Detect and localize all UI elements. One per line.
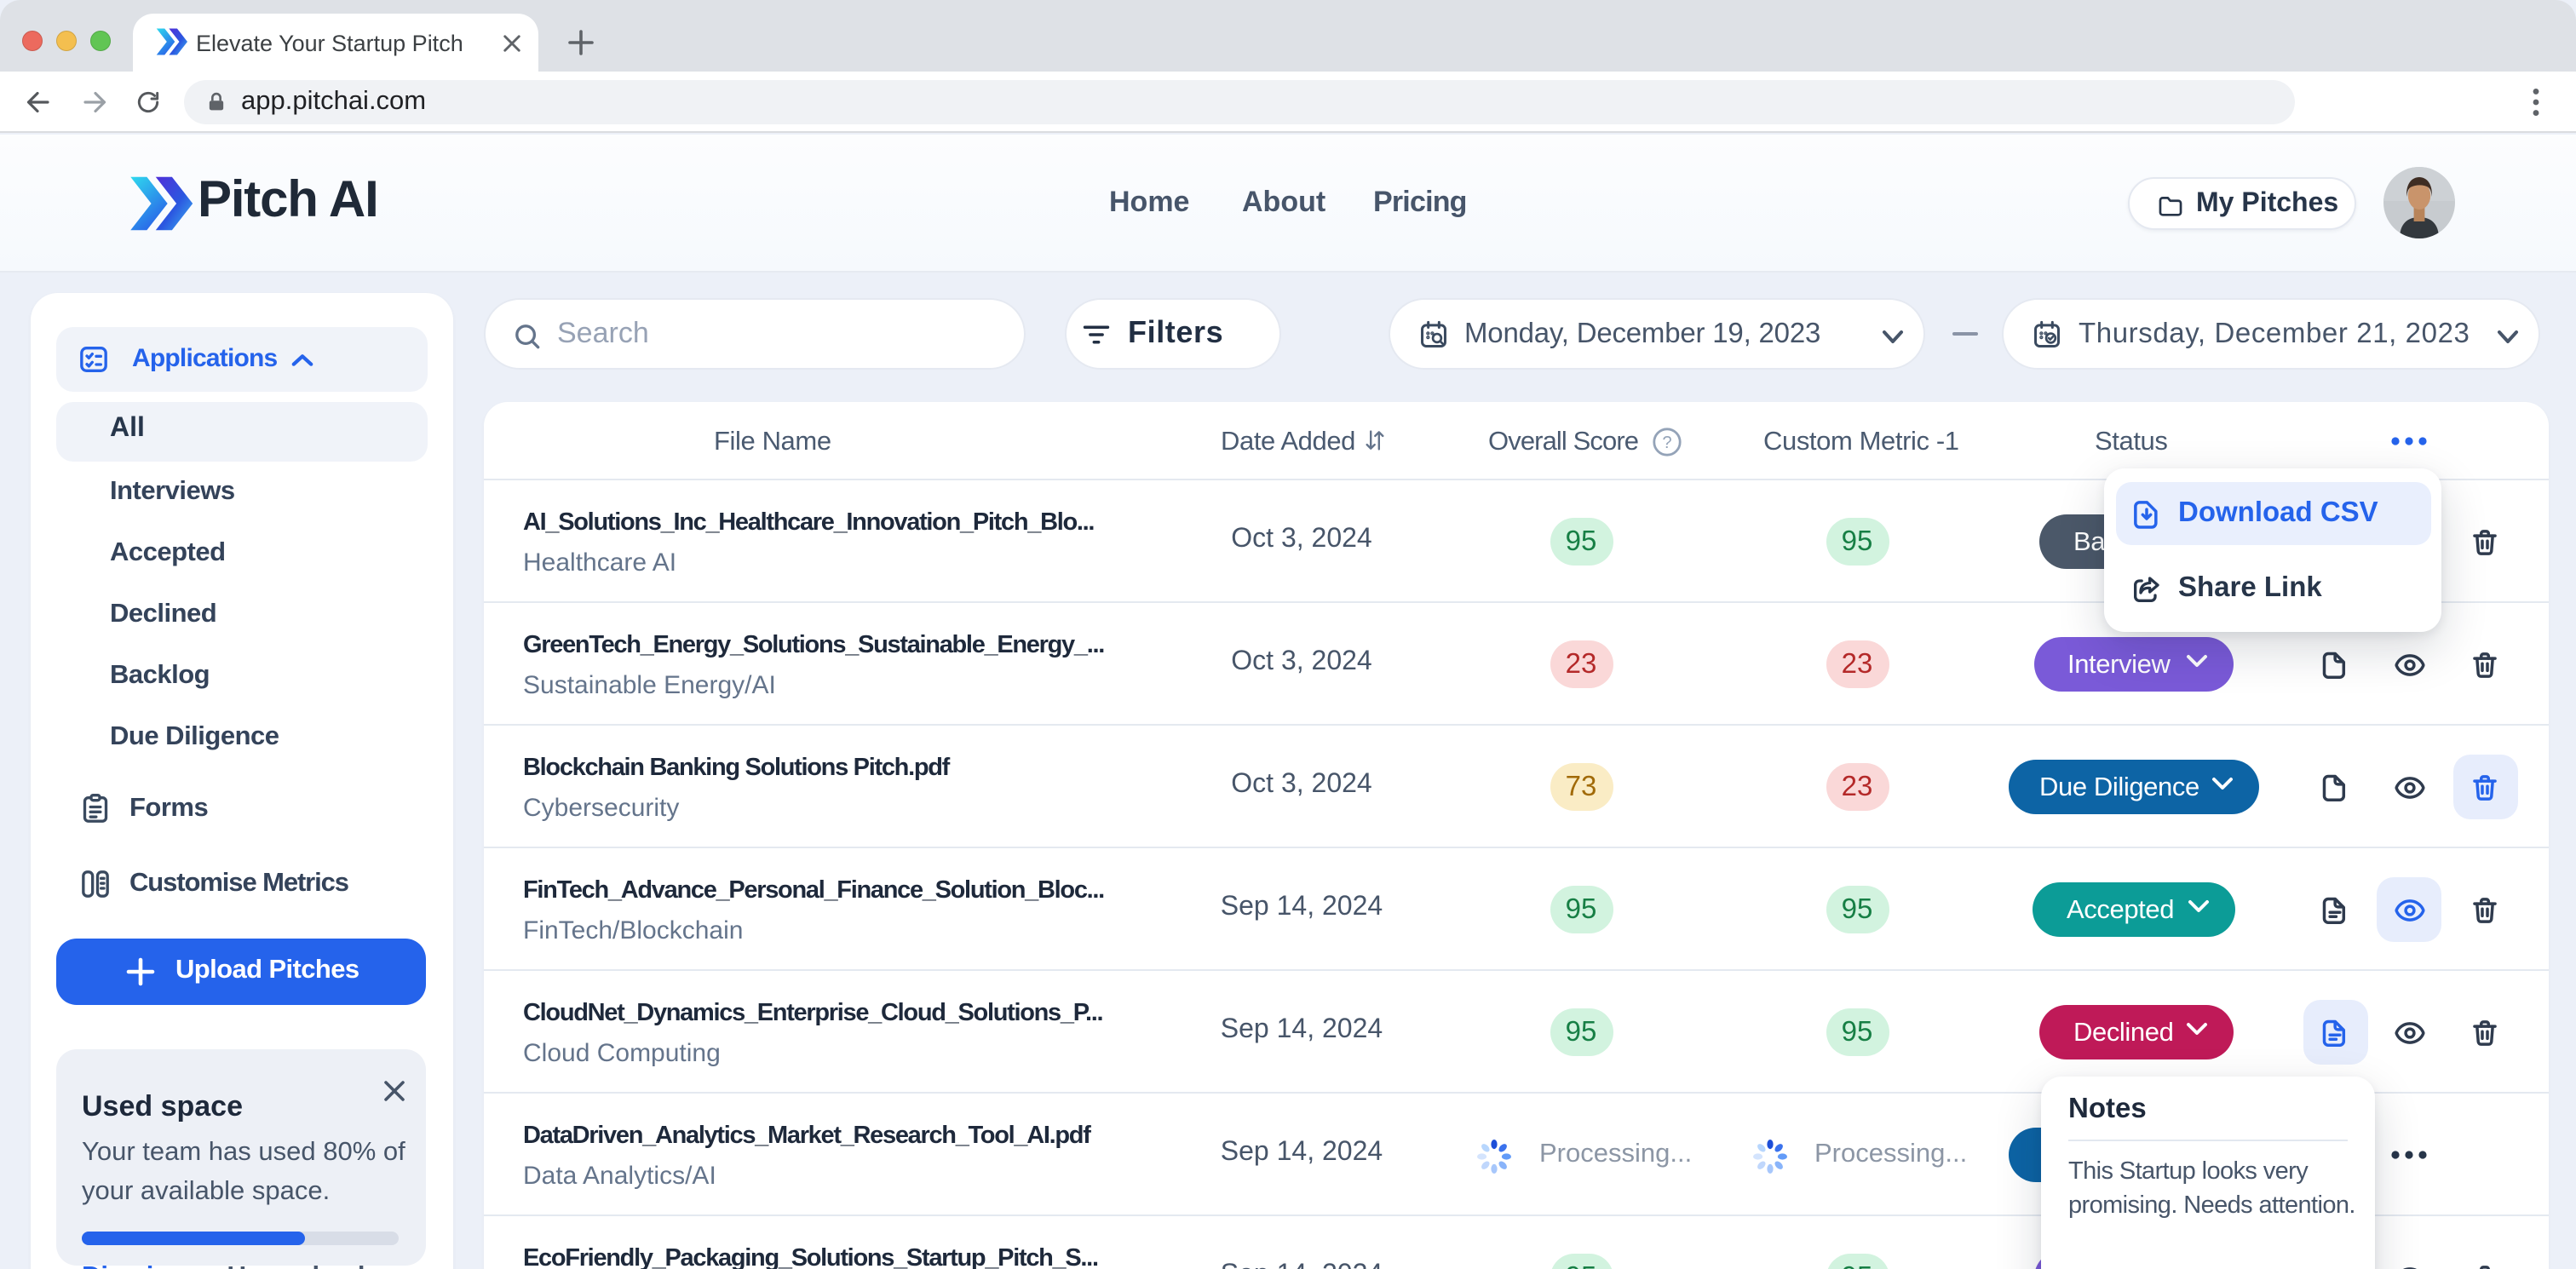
svg-text:?: ? (1662, 433, 1671, 451)
